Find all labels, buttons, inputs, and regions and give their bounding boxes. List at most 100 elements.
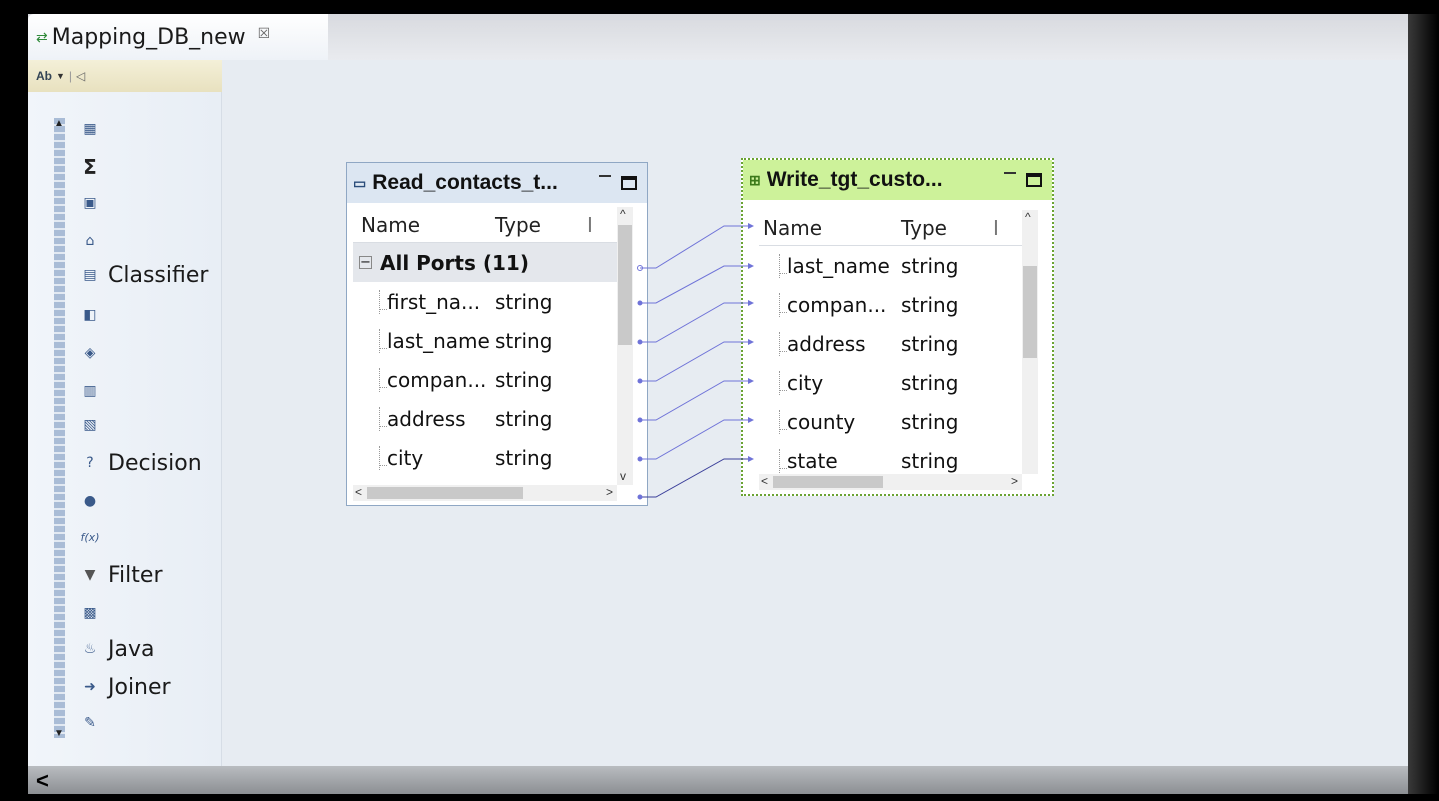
scroll-right-icon[interactable]: >	[606, 485, 613, 499]
write-header[interactable]: ⊞ Write_tgt_custo...	[743, 160, 1052, 200]
write-port-grid: Name Type I last_name string compan... stri…	[759, 210, 1024, 474]
palette-item[interactable]: ▧	[80, 410, 100, 440]
palette-item[interactable]: ✎	[80, 708, 100, 738]
palette-item[interactable]: ? Decision	[80, 448, 202, 478]
maximize-icon[interactable]	[1026, 173, 1042, 187]
scroll-left-icon[interactable]: <	[761, 474, 768, 488]
palette-item[interactable]: ▼ Filter	[80, 560, 163, 590]
port-row[interactable]: county string	[759, 402, 1024, 441]
palette-item-label: Filter	[108, 562, 163, 588]
scroll-down-icon[interactable]: v	[620, 469, 626, 483]
scroll-right-icon[interactable]: >	[1011, 474, 1018, 488]
expression-icon: ▦	[83, 121, 97, 137]
write-transformation[interactable]: ⊞ Write_tgt_custo... Name Type I last_na…	[741, 158, 1054, 496]
scroll-up-icon[interactable]: ^	[620, 207, 626, 221]
scroll-thumb[interactable]	[773, 476, 883, 488]
port-row[interactable]: compan... string	[759, 285, 1024, 324]
expression-fx-icon: f(x)	[80, 530, 100, 544]
palette-item[interactable]: f(x)	[80, 522, 100, 552]
port-type: string	[901, 370, 959, 395]
tree-connector	[379, 367, 387, 392]
scroll-thumb[interactable]	[367, 487, 523, 499]
read-transformation[interactable]: ▭ Read_contacts_t... Name Type I − All P…	[346, 162, 648, 506]
close-icon[interactable]: ☒	[258, 25, 271, 42]
scroll-thumb[interactable]	[618, 225, 632, 345]
minimize-icon[interactable]	[1004, 172, 1016, 174]
grid-header: Name Type I	[353, 207, 617, 243]
scroll-up-icon[interactable]: ^	[1025, 210, 1031, 224]
tree-connector	[379, 445, 387, 470]
column-extra-header: I	[993, 215, 999, 240]
mapping-icon: ⇄	[36, 28, 48, 45]
palette-item[interactable]: Σ	[80, 152, 100, 182]
mapping-canvas[interactable]	[28, 60, 1408, 766]
scroll-thumb[interactable]	[1023, 266, 1037, 358]
write-horizontal-scrollbar[interactable]: < >	[759, 474, 1022, 490]
port-row[interactable]: first_na... string	[353, 282, 617, 321]
column-type-header[interactable]: Type	[901, 216, 993, 240]
write-vertical-scrollbar[interactable]: ^	[1022, 210, 1038, 474]
tree-connector	[379, 406, 387, 431]
scroll-up-icon[interactable]: ▲	[54, 118, 64, 129]
scroll-left-icon[interactable]: <	[36, 768, 49, 794]
port-name-text: compan...	[387, 367, 487, 392]
collapse-icon[interactable]: −	[359, 256, 372, 269]
palette-item[interactable]: ▣	[80, 188, 100, 218]
tree-connector	[779, 370, 787, 395]
write-target-icon: ⊞	[749, 171, 761, 188]
palette-toolbar: Ab ▼ | ◁	[28, 60, 222, 92]
port-name: last_name	[353, 328, 495, 353]
palette-item[interactable]: ▥	[80, 376, 100, 406]
palette-item[interactable]: ◈	[80, 338, 100, 368]
chevron-down-icon[interactable]: ▼	[56, 71, 65, 81]
column-name-header[interactable]: Name	[759, 216, 901, 240]
minimize-icon[interactable]	[599, 175, 611, 177]
canvas-horizontal-scrollbar[interactable]: <	[28, 766, 1408, 794]
exception-icon: ●	[83, 493, 97, 509]
port-type: string	[495, 406, 553, 431]
port-row[interactable]: state string	[759, 441, 1024, 474]
port-type: string	[901, 292, 959, 317]
tree-connector	[379, 328, 387, 353]
tree-connector	[779, 448, 787, 473]
maximize-icon[interactable]	[621, 176, 637, 190]
palette-item[interactable]: ♨ Java	[80, 634, 155, 664]
read-horizontal-scrollbar[interactable]: < >	[353, 485, 617, 501]
read-title: Read_contacts_t...	[372, 171, 558, 194]
palette-font-icon[interactable]: Ab	[36, 69, 52, 83]
scroll-down-icon[interactable]: ▼	[54, 728, 64, 739]
port-name: compan...	[353, 367, 495, 392]
tab-mapping[interactable]: ⇄ Mapping_DB_new ☒	[28, 14, 328, 60]
palette-item[interactable]: ⌂	[80, 226, 100, 256]
port-row[interactable]: last_name string	[353, 321, 617, 360]
palette-item[interactable]: ▩	[80, 598, 100, 628]
palette-item[interactable]: ▤ Classifier	[80, 260, 208, 290]
palette-item[interactable]: ➜ Joiner	[80, 672, 170, 702]
palette-item[interactable]: ●	[80, 486, 100, 516]
port-name: address	[759, 331, 901, 356]
column-type-header[interactable]: Type	[495, 213, 587, 237]
port-row[interactable]: address string	[759, 324, 1024, 363]
port-type: string	[901, 331, 959, 356]
port-row[interactable]: address string	[353, 399, 617, 438]
port-group-row[interactable]: − All Ports (11)	[353, 243, 617, 282]
palette-item[interactable]: ▦	[80, 114, 100, 144]
palette-item-label: Decision	[108, 450, 202, 476]
collapse-palette-icon[interactable]: ◁	[76, 69, 85, 83]
port-type: string	[495, 445, 553, 470]
port-type: string	[901, 253, 959, 278]
read-vertical-scrollbar[interactable]: ^ v	[617, 207, 633, 485]
scroll-left-icon[interactable]: <	[355, 485, 362, 499]
palette-item[interactable]: ◧	[80, 300, 100, 330]
palette-scroll-strip[interactable]	[54, 118, 65, 738]
port-name-text: last_name	[787, 253, 890, 278]
classifier-icon: ▤	[83, 267, 97, 283]
read-header[interactable]: ▭ Read_contacts_t...	[347, 163, 647, 203]
port-row[interactable]: compan... string	[353, 360, 617, 399]
data-masking-icon: ▥	[83, 383, 97, 399]
port-row[interactable]: city string	[759, 363, 1024, 402]
port-row[interactable]: city string	[353, 438, 617, 477]
port-row[interactable]: last_name string	[759, 246, 1024, 285]
column-name-header[interactable]: Name	[353, 213, 495, 237]
tree-connector	[779, 409, 787, 434]
